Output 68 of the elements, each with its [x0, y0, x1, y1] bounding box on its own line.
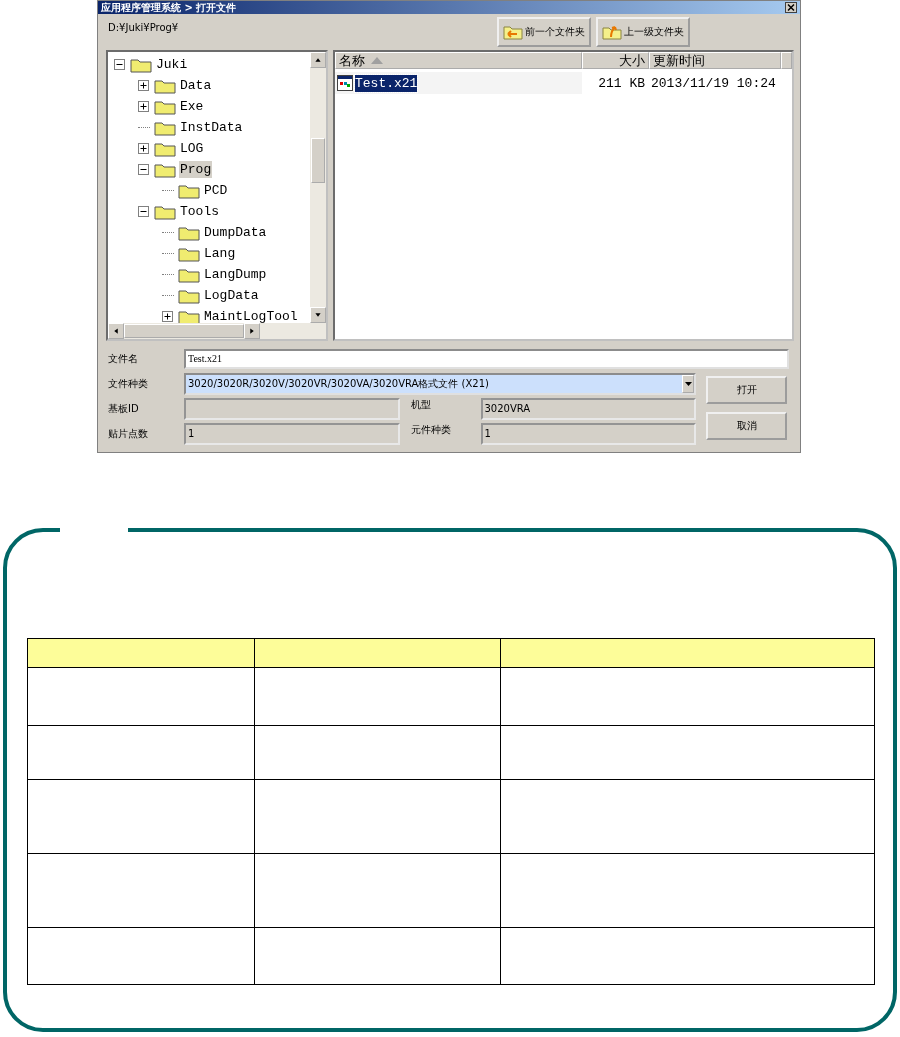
folder-icon [154, 140, 176, 157]
field-label: 文件名 [108, 351, 139, 366]
horizontal-scrollbar[interactable] [108, 323, 326, 339]
tree-item[interactable]: PCD [203, 182, 229, 199]
folder-icon [154, 77, 176, 94]
dialog-button[interactable]: 打开 [706, 376, 787, 404]
expand-icon[interactable] [138, 101, 149, 112]
folder-icon [178, 287, 200, 304]
scroll-left-icon[interactable] [108, 323, 124, 339]
tree-item[interactable]: LogData [203, 287, 260, 304]
tree-item[interactable]: Juki [155, 56, 189, 73]
folder-icon [130, 56, 152, 73]
expand-icon[interactable] [138, 143, 149, 154]
scroll-right-icon[interactable] [244, 323, 260, 339]
modified-time: 2013/11/19 10:24 [650, 74, 777, 93]
folder-icon [154, 203, 176, 220]
toolbar-button[interactable]: 上一级文件夹 [596, 17, 690, 47]
column-header[interactable]: 大小 [582, 52, 649, 69]
scroll-thumb[interactable] [311, 138, 325, 183]
tree-item[interactable]: LangDump [203, 266, 268, 283]
tree-item[interactable]: DumpData [203, 224, 268, 241]
folder-icon [178, 245, 200, 262]
window-title: 应用程序管理系统 > 打开文件 [101, 0, 238, 15]
field-label: 贴片点数 [108, 426, 149, 441]
collapse-icon[interactable] [114, 59, 125, 70]
scroll-down-icon[interactable] [310, 307, 326, 323]
expand-icon[interactable] [138, 80, 149, 91]
field-label: 元件种类 [410, 423, 452, 437]
folder-icon [178, 224, 200, 241]
tree-item[interactable]: Exe [179, 98, 205, 115]
field-label: 基板ID [108, 401, 140, 416]
expand-icon[interactable] [162, 311, 173, 322]
tree-item[interactable]: Lang [203, 245, 237, 262]
folder-icon [154, 119, 176, 136]
placement-points-field[interactable]: 1 [184, 422, 400, 445]
scroll-up-icon[interactable] [310, 52, 326, 68]
field-label: 机型 [410, 398, 432, 412]
tree-item[interactable]: LOG [179, 140, 205, 157]
file-size: 211 KB [597, 74, 646, 93]
folder-up-icon [602, 24, 622, 40]
caret-icon [684, 381, 692, 386]
folder-icon [154, 98, 176, 115]
vertical-scrollbar[interactable] [310, 52, 326, 323]
model-field[interactable]: 3020VRA [480, 397, 696, 420]
file-name[interactable]: Test.x21 [355, 74, 418, 92]
column-header[interactable]: 更新时间 [649, 52, 781, 69]
folder-icon [178, 182, 200, 199]
folder-icon [154, 161, 176, 178]
file-type-dropdown[interactable]: 3020/3020R/3020V/3020VR/3020VA/3020VRA格式文件 (X21) [184, 372, 696, 395]
dialog-button[interactable]: 取消 [706, 412, 787, 440]
close-icon[interactable] [785, 2, 797, 13]
tree-item[interactable]: Prog [179, 161, 213, 178]
field-label: 文件种类 [108, 376, 149, 391]
column-header[interactable]: 名称 [335, 52, 582, 69]
folder-icon [178, 266, 200, 283]
board-id-field[interactable] [184, 397, 400, 420]
toolbar-button[interactable]: 前一个文件夹 [497, 17, 591, 47]
collapse-icon[interactable] [138, 206, 149, 217]
tree-item[interactable]: Tools [179, 203, 220, 220]
file-name-field[interactable]: Test.x21 [184, 348, 789, 369]
tree-item[interactable]: MaintLogTool [203, 308, 299, 325]
tree-item[interactable]: Data [179, 77, 213, 94]
collapse-icon[interactable] [138, 164, 149, 175]
current-path: D:¥Juki¥Prog¥ [108, 22, 180, 33]
scroll-thumb[interactable] [124, 324, 244, 338]
tree-item[interactable]: InstData [179, 119, 244, 136]
component-types-field[interactable]: 1 [480, 422, 696, 445]
folder-back-icon [503, 24, 523, 40]
